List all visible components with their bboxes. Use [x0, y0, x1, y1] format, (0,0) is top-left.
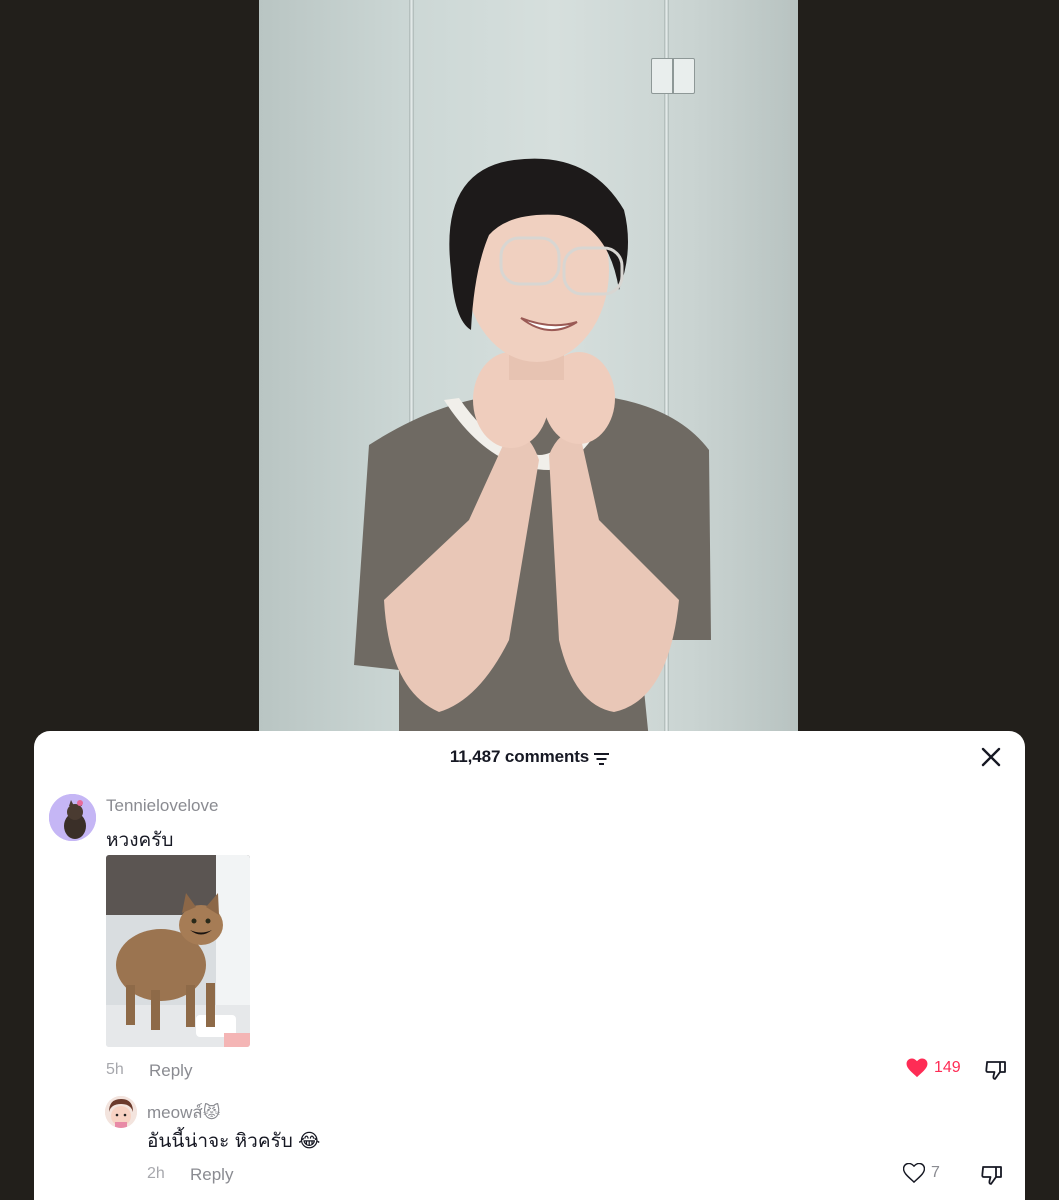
- comments-sheet: 11,487 comments Tennielovelove หวงครับ 5…: [34, 731, 1025, 1200]
- comment-timestamp: 5h: [106, 1061, 124, 1078]
- reply-text: อันนี้น่าจะ หิวครับ 😂: [147, 1131, 321, 1152]
- heart-filled-icon: [906, 1058, 928, 1078]
- reply-button[interactable]: Reply: [190, 1165, 233, 1185]
- video-person-figure: [354, 158, 711, 740]
- comment-text: หวงครับ: [106, 830, 174, 851]
- reply-timestamp: 2h: [147, 1165, 165, 1182]
- comment-photo-attachment[interactable]: [106, 855, 250, 1047]
- avatar[interactable]: [49, 794, 96, 841]
- like-button[interactable]: 7: [903, 1163, 940, 1183]
- avatar[interactable]: [105, 1096, 137, 1128]
- like-button[interactable]: 149: [906, 1058, 961, 1078]
- dislike-icon[interactable]: [980, 1163, 1004, 1187]
- video-player[interactable]: [259, 0, 798, 740]
- like-count: 7: [931, 1164, 940, 1181]
- like-count: 149: [934, 1059, 961, 1076]
- dislike-icon[interactable]: [984, 1058, 1008, 1082]
- comment-item: Tennielovelove หวงครับ 5h Reply 149: [34, 731, 1025, 1091]
- comment-username[interactable]: Tennielovelove: [106, 796, 218, 816]
- reply-item: meowส์😾 อันนี้น่าจะ หิวครับ 😂 2h Reply 7: [34, 1091, 1025, 1200]
- reply-username[interactable]: meowส์😾: [147, 1099, 220, 1126]
- reply-button[interactable]: Reply: [149, 1061, 192, 1081]
- heart-outline-icon: [903, 1163, 925, 1183]
